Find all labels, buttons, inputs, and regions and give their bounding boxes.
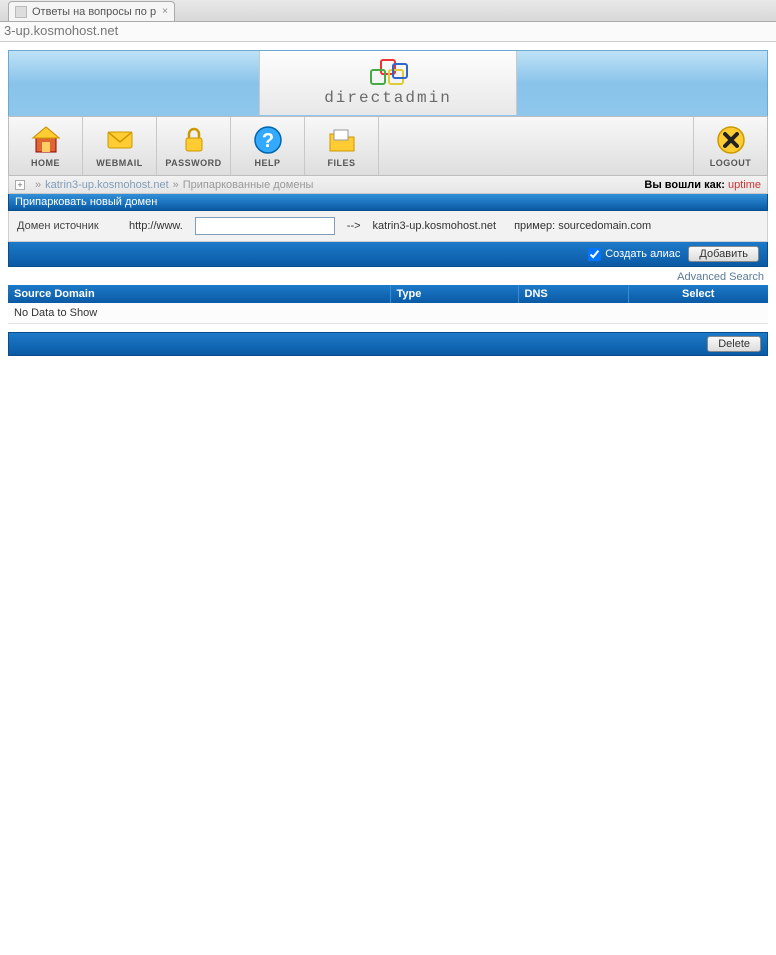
current-user-link[interactable]: uptime [728, 179, 761, 191]
source-domain-input[interactable] [195, 217, 335, 235]
files-icon [326, 124, 358, 156]
breadcrumb-domain-link[interactable]: katrin3-up.kosmohost.net [45, 179, 169, 191]
tab-title: Ответы на вопросы по р [32, 6, 156, 18]
logout-button[interactable]: LOGOUT [693, 117, 767, 175]
url-bar[interactable]: 3-up.kosmohost.net [0, 22, 776, 42]
advanced-search-link[interactable]: Advanced Search [677, 271, 764, 283]
main-toolbar: HOME WEBMAIL PASSWORD ? HELP FILES [8, 116, 768, 176]
webmail-button[interactable]: WEBMAIL [83, 117, 157, 175]
park-action-bar: Создать алиас Добавить [8, 242, 768, 267]
logo[interactable]: directadmin [259, 51, 517, 115]
webmail-label: WEBMAIL [96, 158, 143, 168]
alias-checkbox[interactable] [588, 248, 601, 261]
breadcrumb: + » katrin3-up.kosmohost.net » Припарков… [8, 176, 768, 194]
home-button[interactable]: HOME [9, 117, 83, 175]
help-button[interactable]: ? HELP [231, 117, 305, 175]
password-button[interactable]: PASSWORD [157, 117, 231, 175]
files-button[interactable]: FILES [305, 117, 379, 175]
alias-label-text: Создать алиас [605, 248, 680, 260]
header-banner: directadmin [8, 50, 768, 116]
col-type[interactable]: Type [390, 285, 518, 303]
files-label: FILES [327, 158, 355, 168]
domains-table: Source Domain Type DNS Select No Data to… [8, 285, 768, 324]
password-label: PASSWORD [165, 158, 221, 168]
lock-icon [178, 124, 210, 156]
logo-icon [370, 59, 406, 87]
logged-in-status: Вы вошли как: uptime [644, 179, 761, 191]
delete-bar: Delete [8, 332, 768, 356]
breadcrumb-sep: » [35, 179, 41, 191]
home-label: HOME [31, 158, 60, 168]
example-text: пример: sourcedomain.com [514, 220, 651, 232]
arrow-text: --> [347, 220, 361, 232]
svg-text:?: ? [261, 130, 273, 152]
breadcrumb-sep: » [173, 179, 179, 191]
alias-checkbox-label[interactable]: Создать алиас [588, 248, 680, 261]
close-tab-icon[interactable]: × [162, 6, 168, 17]
expand-icon[interactable]: + [15, 180, 25, 190]
favicon-icon [15, 6, 27, 18]
no-data-text: No Data to Show [8, 303, 768, 324]
home-icon [30, 124, 62, 156]
breadcrumb-current: Припаркованные домены [183, 179, 314, 191]
logged-as-label: Вы вошли как: [644, 179, 725, 191]
add-button[interactable]: Добавить [688, 246, 759, 262]
logout-icon [715, 124, 747, 156]
source-domain-label: Домен источник [17, 220, 117, 232]
logo-text: directadmin [324, 89, 452, 107]
url-text: 3-up.kosmohost.net [4, 23, 118, 38]
col-source-domain[interactable]: Source Domain [8, 285, 390, 303]
col-dns[interactable]: DNS [518, 285, 628, 303]
url-prefix: http://www. [129, 220, 183, 232]
browser-tab[interactable]: Ответы на вопросы по р × [8, 1, 175, 21]
delete-button[interactable]: Delete [707, 336, 761, 352]
park-domain-form: Домен источник http://www. --> katrin3-u… [8, 211, 768, 242]
mail-icon [104, 124, 136, 156]
logout-label: LOGOUT [710, 158, 752, 168]
advanced-search-row: Advanced Search [8, 267, 768, 285]
target-domain: katrin3-up.kosmohost.net [373, 220, 497, 232]
table-empty-row: No Data to Show [8, 303, 768, 324]
col-select[interactable]: Select [628, 285, 768, 303]
help-label: HELP [254, 158, 280, 168]
park-domain-header: Припарковать новый домен [8, 194, 768, 211]
help-icon: ? [252, 124, 284, 156]
browser-tab-bar: Ответы на вопросы по р × [0, 0, 776, 22]
